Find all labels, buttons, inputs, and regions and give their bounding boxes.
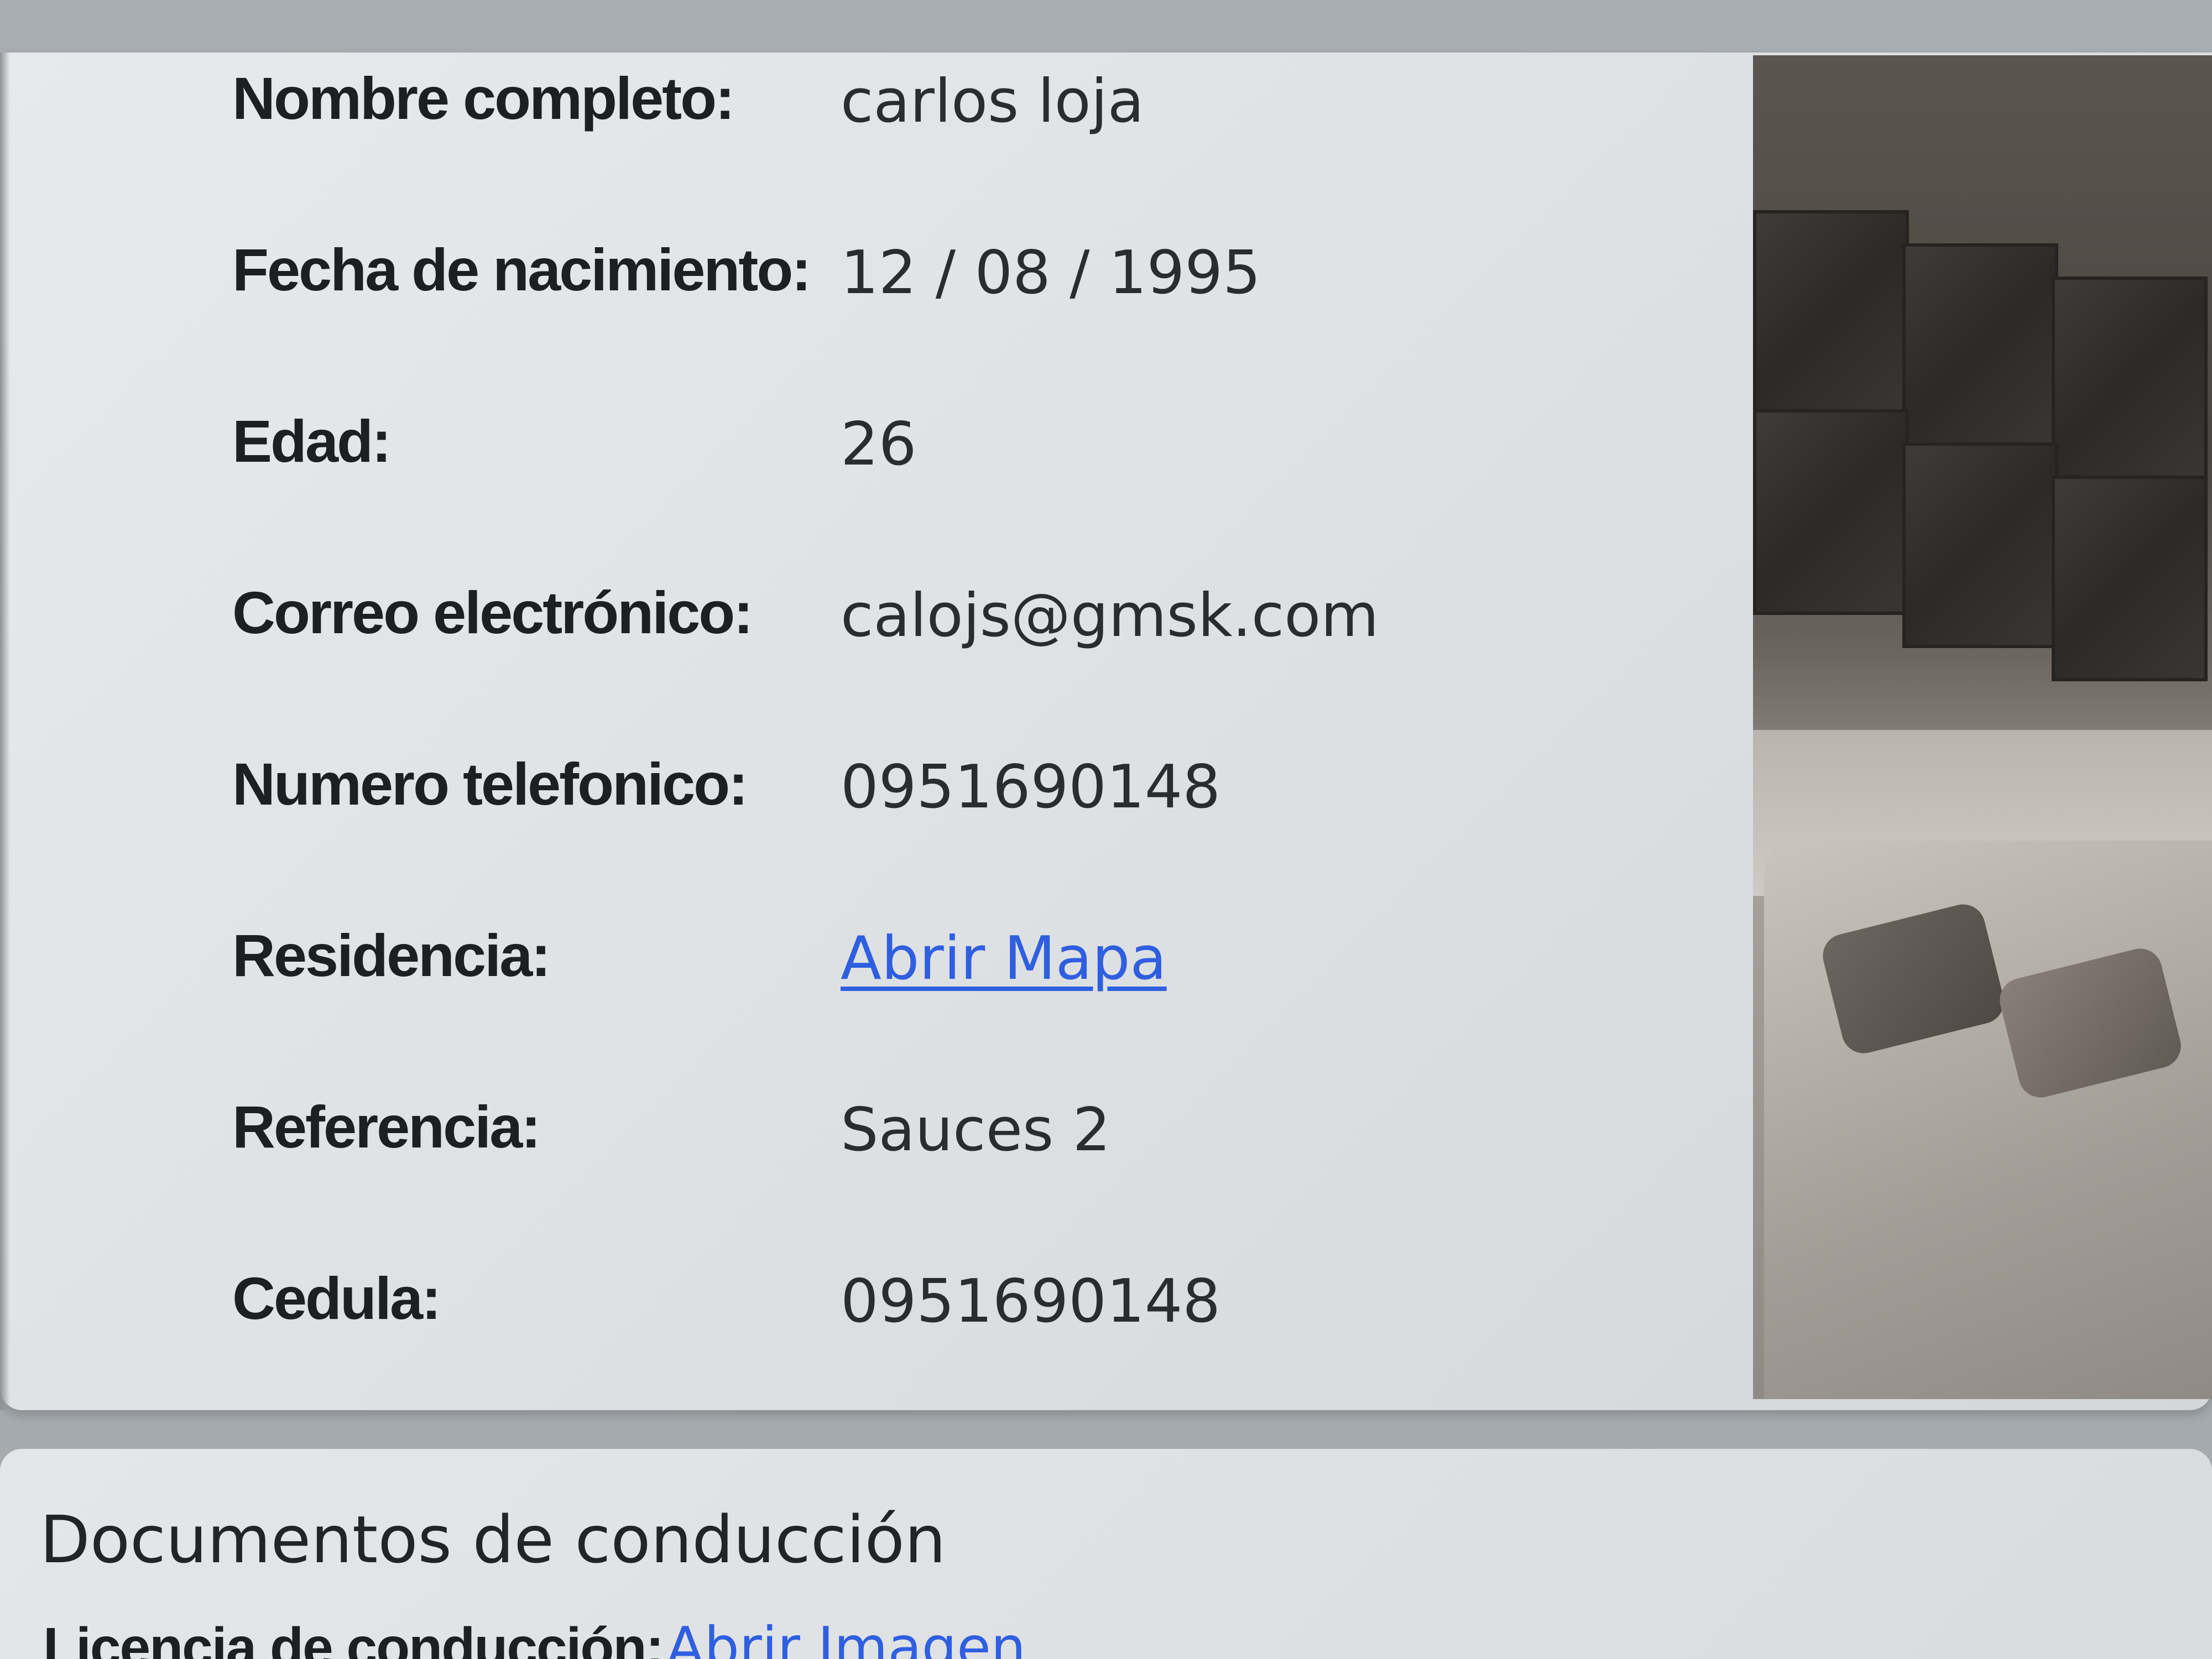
field-row-residence: Residencia: Abrir Mapa <box>0 921 1714 1031</box>
field-row-id-number: Cedula: 0951690148 <box>0 1264 1714 1374</box>
driving-documents-card: Documentos de conducción Licencia de con… <box>0 1449 2212 1659</box>
field-label-phone: Numero telefonico: <box>232 750 748 817</box>
field-label-birth-date: Fecha de nacimiento: <box>232 236 811 303</box>
field-label-residence: Residencia: <box>232 922 551 989</box>
field-value-phone: 0951690148 <box>841 753 1221 822</box>
open-image-link[interactable]: Abrir Imagen <box>666 1615 1026 1659</box>
field-label-age: Edad: <box>232 408 392 474</box>
field-value-id-number: 0951690148 <box>841 1267 1221 1336</box>
field-row-birth-date: Fecha de nacimiento: 12 / 08 / 1995 <box>0 235 1714 346</box>
field-row-phone: Numero telefonico: 0951690148 <box>0 749 1714 860</box>
driving-documents-title: Documentos de conducción <box>40 1501 946 1578</box>
field-row-email: Correo electrónico: calojs@gmsk.com <box>0 578 1714 688</box>
field-value-reference: Sauces 2 <box>841 1095 1111 1165</box>
field-label-email: Correo electrónico: <box>232 579 753 646</box>
field-label-reference: Referencia: <box>232 1093 541 1160</box>
driving-license-row: Licencia de conducción:Abrir Imagen <box>43 1615 1026 1659</box>
field-value-birth-date: 12 / 08 / 1995 <box>841 238 1261 307</box>
open-map-link[interactable]: Abrir Mapa <box>841 924 1167 993</box>
field-row-age: Edad: 26 <box>0 406 1714 517</box>
photo-sofa <box>1764 841 2212 1399</box>
field-label-id-number: Cedula: <box>232 1265 441 1332</box>
field-value-email: calojs@gmsk.com <box>841 581 1379 650</box>
field-label-full-name: Nombre completo: <box>232 65 735 132</box>
profile-photo <box>1753 55 2212 1399</box>
field-row-full-name: Nombre completo: carlos loja <box>0 64 1714 174</box>
field-value-full-name: carlos loja <box>841 67 1144 136</box>
field-value-age: 26 <box>841 410 917 479</box>
photo-wall-panels <box>1753 210 2212 763</box>
driving-license-label: Licencia de conducción: <box>43 1616 664 1659</box>
field-row-reference: Referencia: Sauces 2 <box>0 1092 1714 1203</box>
page: Nombre completo: carlos loja Fecha de na… <box>0 0 2212 1659</box>
